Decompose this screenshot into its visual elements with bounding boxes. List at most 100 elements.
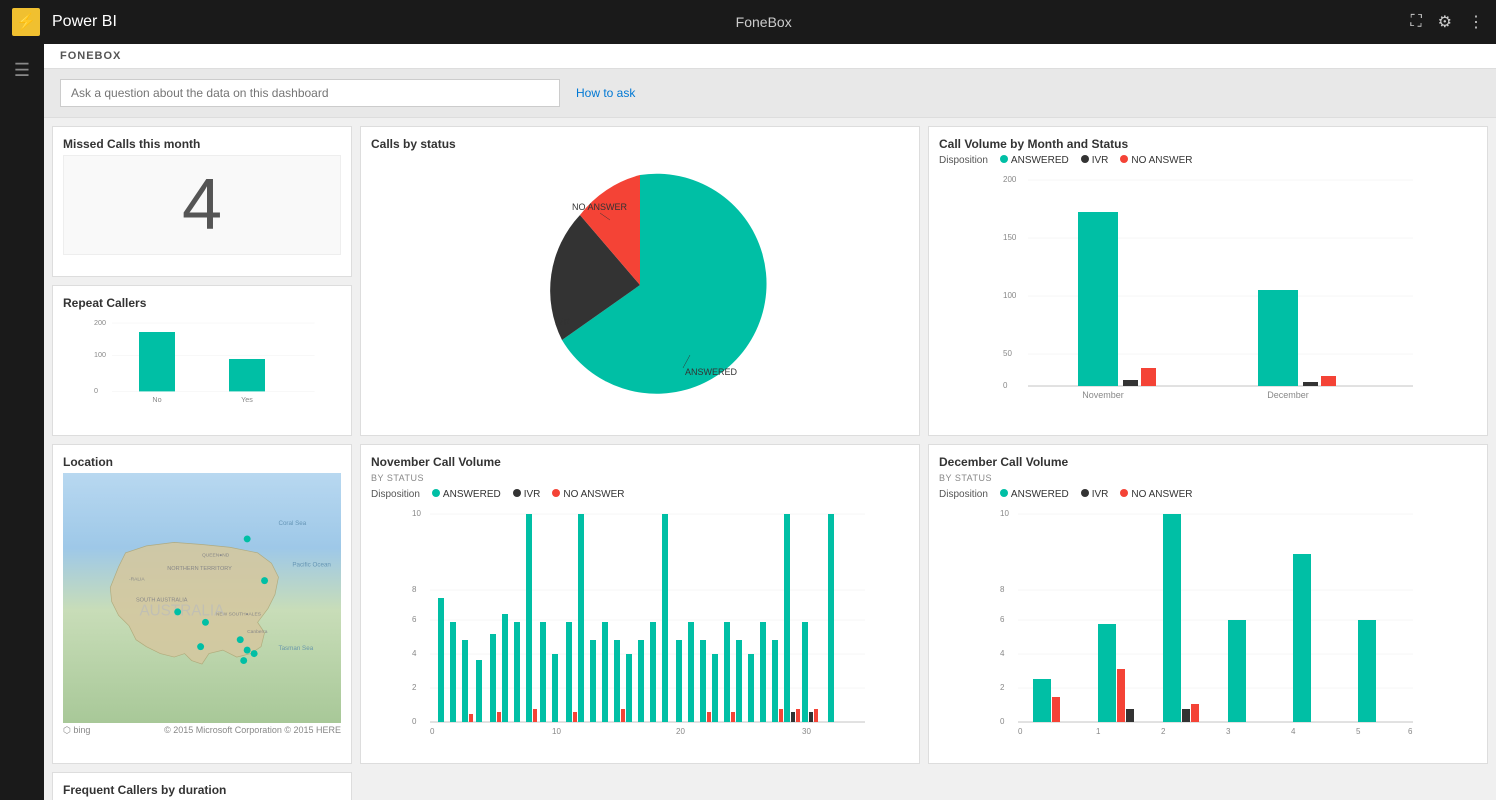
svg-text:0: 0 xyxy=(430,727,435,736)
app-title: Power BI xyxy=(52,13,117,31)
svg-text:6: 6 xyxy=(412,615,417,624)
nov-ivr: IVR xyxy=(513,489,541,500)
svg-text:December: December xyxy=(1267,390,1309,400)
svg-text:Yes: Yes xyxy=(241,395,253,404)
topbar-center-title: FoneBox xyxy=(129,14,1399,30)
nov-chart: 10 8 6 4 2 0 xyxy=(371,504,909,744)
ivr-legend: IVR xyxy=(1081,155,1109,166)
nov-subtitle: BY STATUS xyxy=(371,473,909,483)
svg-text:100: 100 xyxy=(94,350,106,359)
svg-text:50: 50 xyxy=(1003,349,1012,358)
fullscreen-icon[interactable]: ⛶ xyxy=(1410,13,1421,31)
svg-text:0: 0 xyxy=(1018,727,1023,736)
svg-text:4: 4 xyxy=(1000,649,1005,658)
frequent-callers-card: Frequent Callers by duration 0747... Dur… xyxy=(52,772,352,800)
svg-text:NO ANSWER: NO ANSWER xyxy=(572,202,628,212)
calls-by-status-title: Calls by status xyxy=(371,137,909,151)
repeat-callers-card: Repeat Callers 200 100 0 xyxy=(52,285,352,436)
dec-answered: ANSWERED xyxy=(1000,489,1069,500)
settings-icon[interactable]: ⚙ xyxy=(1438,12,1452,32)
repeat-callers-chart: 200 100 0 No Yes xyxy=(63,314,341,404)
missed-calls-title: Missed Calls this month xyxy=(63,137,341,151)
app-logo: ⚡ xyxy=(12,8,40,36)
december-call-volume-card: December Call Volume BY STATUS Dispositi… xyxy=(928,444,1488,764)
svg-text:ANSWERED: ANSWERED xyxy=(685,367,738,377)
map-copyright: © 2015 Microsoft Corporation © 2015 HERE xyxy=(164,725,341,736)
svg-text:10: 10 xyxy=(552,727,561,736)
svg-text:NORTHERN TERRITORY: NORTHERN TERRITORY xyxy=(167,566,232,572)
svg-text:20: 20 xyxy=(676,727,685,736)
missed-calls-card: Missed Calls this month 4 xyxy=(52,126,352,277)
hamburger-icon[interactable]: ☰ xyxy=(6,52,38,89)
call-volume-card: Call Volume by Month and Status Disposit… xyxy=(928,126,1488,436)
svg-text:10: 10 xyxy=(1000,509,1009,518)
nov-no-answer: NO ANSWER xyxy=(552,489,624,500)
svg-text:200: 200 xyxy=(1003,175,1017,184)
svg-text:0: 0 xyxy=(412,717,417,726)
svg-text:3: 3 xyxy=(1226,727,1231,736)
sidebar: ☰ xyxy=(0,44,44,800)
svg-text:0: 0 xyxy=(1000,717,1005,726)
svg-text:2: 2 xyxy=(1161,727,1166,736)
svg-text:6: 6 xyxy=(1408,727,1413,736)
svg-text:Coral Sea: Coral Sea xyxy=(278,520,306,527)
topbar: ⚡ Power BI FoneBox ⛶ ⚙ ⋮ xyxy=(0,0,1496,44)
svg-text:Tasman Sea: Tasman Sea xyxy=(278,645,313,652)
svg-text:150: 150 xyxy=(1003,233,1017,242)
svg-text:8: 8 xyxy=(1000,585,1005,594)
qa-input[interactable] xyxy=(60,79,560,107)
bing-logo: ⬡ bing xyxy=(63,725,90,736)
call-volume-chart: 200 150 100 50 0 xyxy=(939,170,1477,400)
breadcrumb: FONEBOX xyxy=(44,44,1496,69)
nov-disposition-label: Disposition xyxy=(371,489,420,500)
missed-calls-inner: 4 xyxy=(63,155,341,255)
call-volume-title: Call Volume by Month and Status xyxy=(939,137,1477,151)
dec-ivr: IVR xyxy=(1081,489,1109,500)
repeat-callers-title: Repeat Callers xyxy=(63,296,341,310)
calls-by-status-card: Calls by status NO ANSWER IVR xyxy=(360,126,920,436)
dec-subtitle: BY STATUS xyxy=(939,473,1477,483)
svg-text:2: 2 xyxy=(412,683,417,692)
november-call-volume-card: November Call Volume BY STATUS Dispositi… xyxy=(360,444,920,764)
frequent-callers-title: Frequent Callers by duration xyxy=(63,783,341,797)
svg-text:November: November xyxy=(1082,390,1124,400)
svg-text:5: 5 xyxy=(1356,727,1361,736)
how-to-ask-link[interactable]: How to ask xyxy=(576,86,635,100)
nov-legend: Disposition ANSWERED IVR NO ANSWER xyxy=(371,489,909,500)
location-card: Location Coral Sea Pacific Ocean Tasman … xyxy=(52,444,352,764)
more-icon[interactable]: ⋮ xyxy=(1468,12,1484,32)
dec-title: December Call Volume xyxy=(939,455,1477,469)
svg-text:100: 100 xyxy=(1003,291,1017,300)
topbar-actions: ⛶ ⚙ ⋮ xyxy=(1410,12,1484,32)
svg-text:-RALIA: -RALIA xyxy=(129,577,145,583)
map-container: Coral Sea Pacific Ocean Tasman Sea -RALI… xyxy=(63,473,341,723)
layout: ☰ FONEBOX How to ask Missed Calls this m… xyxy=(0,44,1496,800)
svg-text:4: 4 xyxy=(1291,727,1296,736)
nov-answered: ANSWERED xyxy=(432,489,501,500)
dec-disposition-label: Disposition xyxy=(939,489,988,500)
pie-chart-container: NO ANSWER IVR ANSWERED xyxy=(371,155,909,415)
missed-calls-value: 4 xyxy=(182,164,222,246)
svg-text:0: 0 xyxy=(1003,381,1008,390)
svg-text:6: 6 xyxy=(1000,615,1005,624)
dec-chart: 10 8 6 4 2 0 xyxy=(939,504,1477,744)
svg-text:4: 4 xyxy=(412,649,417,658)
nov-title: November Call Volume xyxy=(371,455,909,469)
svg-text:0: 0 xyxy=(94,386,98,395)
svg-text:AUSTRALIA: AUSTRALIA xyxy=(139,602,225,619)
svg-text:1: 1 xyxy=(1096,727,1101,736)
svg-text:200: 200 xyxy=(94,318,106,327)
dashboard: Missed Calls this month 4 Repeat Callers… xyxy=(44,118,1496,800)
dec-legend: Disposition ANSWERED IVR NO ANSWER xyxy=(939,489,1477,500)
no-answer-legend: NO ANSWER xyxy=(1120,155,1192,166)
left-column: Missed Calls this month 4 Repeat Callers… xyxy=(52,126,352,436)
svg-text:30: 30 xyxy=(802,727,811,736)
svg-text:IVR: IVR xyxy=(555,317,571,327)
svg-text:Canberra: Canberra xyxy=(247,629,268,635)
map-svg: Coral Sea Pacific Ocean Tasman Sea -RALI… xyxy=(63,473,341,723)
qa-bar: How to ask xyxy=(44,69,1496,118)
main-content: FONEBOX How to ask Missed Calls this mon… xyxy=(44,44,1496,800)
legend-label: Disposition xyxy=(939,155,988,166)
dec-no-answer: NO ANSWER xyxy=(1120,489,1192,500)
svg-text:8: 8 xyxy=(412,585,417,594)
